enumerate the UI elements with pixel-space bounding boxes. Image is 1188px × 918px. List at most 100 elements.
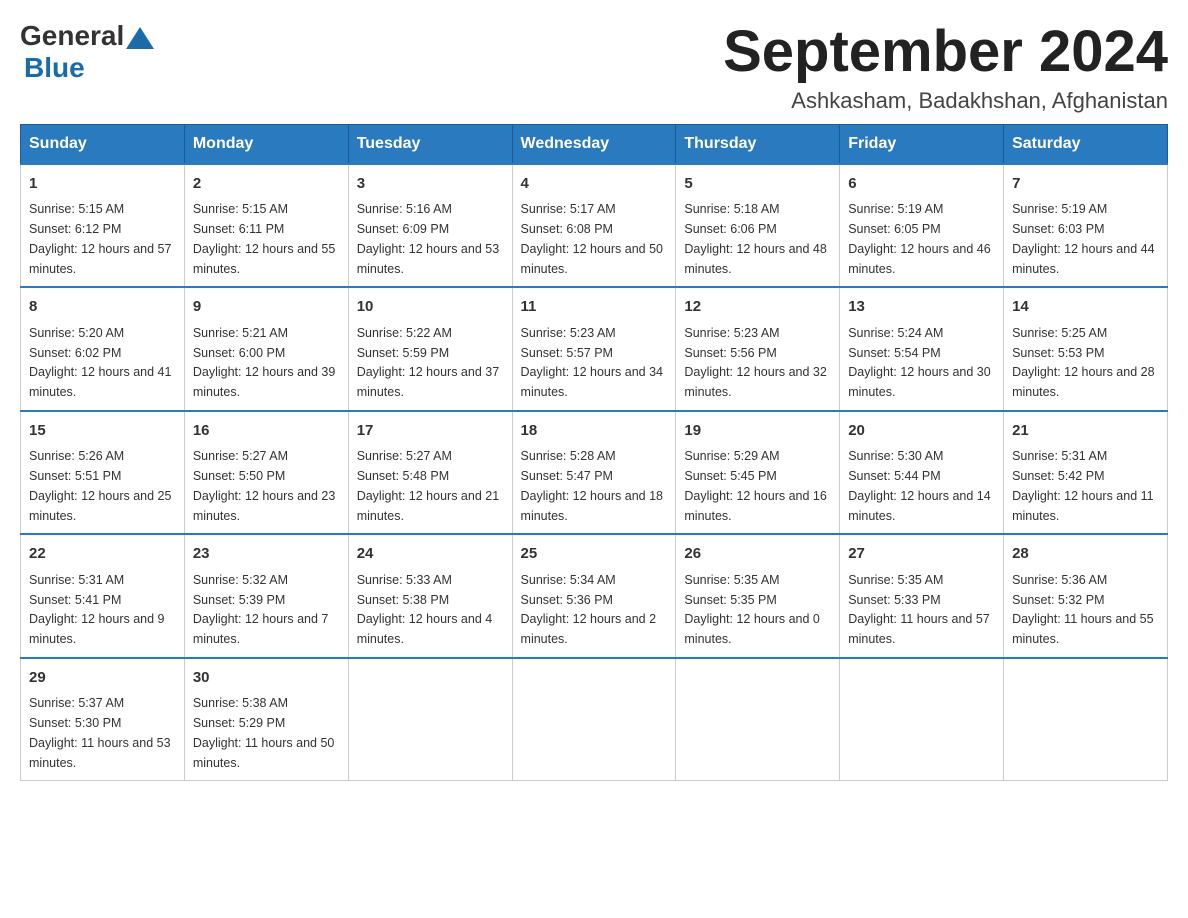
logo-text: General bbox=[20, 20, 156, 52]
calendar-week-row: 22 Sunrise: 5:31 AMSunset: 5:41 PMDaylig… bbox=[21, 534, 1168, 658]
table-row bbox=[676, 658, 840, 781]
table-row bbox=[348, 658, 512, 781]
day-number: 9 bbox=[193, 296, 340, 319]
day-number: 11 bbox=[521, 296, 668, 319]
day-number: 27 bbox=[848, 543, 995, 566]
location-title: Ashkasham, Badakhshan, Afghanistan bbox=[723, 88, 1168, 114]
calendar-week-row: 15 Sunrise: 5:26 AMSunset: 5:51 PMDaylig… bbox=[21, 411, 1168, 535]
table-row: 22 Sunrise: 5:31 AMSunset: 5:41 PMDaylig… bbox=[21, 534, 185, 658]
table-row: 10 Sunrise: 5:22 AMSunset: 5:59 PMDaylig… bbox=[348, 287, 512, 411]
table-row: 23 Sunrise: 5:32 AMSunset: 5:39 PMDaylig… bbox=[184, 534, 348, 658]
day-number: 5 bbox=[684, 173, 831, 196]
day-number: 29 bbox=[29, 667, 176, 690]
day-number: 4 bbox=[521, 173, 668, 196]
day-number: 23 bbox=[193, 543, 340, 566]
table-row bbox=[512, 658, 676, 781]
table-row: 5 Sunrise: 5:18 AMSunset: 6:06 PMDayligh… bbox=[676, 164, 840, 288]
table-row: 17 Sunrise: 5:27 AMSunset: 5:48 PMDaylig… bbox=[348, 411, 512, 535]
table-row: 13 Sunrise: 5:24 AMSunset: 5:54 PMDaylig… bbox=[840, 287, 1004, 411]
col-wednesday: Wednesday bbox=[512, 124, 676, 164]
table-row: 27 Sunrise: 5:35 AMSunset: 5:33 PMDaylig… bbox=[840, 534, 1004, 658]
day-number: 16 bbox=[193, 420, 340, 443]
logo-general: General bbox=[20, 20, 124, 52]
calendar-week-row: 8 Sunrise: 5:20 AMSunset: 6:02 PMDayligh… bbox=[21, 287, 1168, 411]
table-row: 20 Sunrise: 5:30 AMSunset: 5:44 PMDaylig… bbox=[840, 411, 1004, 535]
table-row: 16 Sunrise: 5:27 AMSunset: 5:50 PMDaylig… bbox=[184, 411, 348, 535]
day-info: Sunrise: 5:16 AMSunset: 6:09 PMDaylight:… bbox=[357, 202, 499, 275]
day-number: 2 bbox=[193, 173, 340, 196]
day-number: 12 bbox=[684, 296, 831, 319]
table-row: 29 Sunrise: 5:37 AMSunset: 5:30 PMDaylig… bbox=[21, 658, 185, 781]
day-number: 15 bbox=[29, 420, 176, 443]
table-row: 4 Sunrise: 5:17 AMSunset: 6:08 PMDayligh… bbox=[512, 164, 676, 288]
day-info: Sunrise: 5:34 AMSunset: 5:36 PMDaylight:… bbox=[521, 573, 657, 646]
table-row: 25 Sunrise: 5:34 AMSunset: 5:36 PMDaylig… bbox=[512, 534, 676, 658]
month-title: September 2024 bbox=[723, 20, 1168, 84]
day-number: 21 bbox=[1012, 420, 1159, 443]
table-row: 7 Sunrise: 5:19 AMSunset: 6:03 PMDayligh… bbox=[1004, 164, 1168, 288]
logo-blue: Blue bbox=[24, 52, 85, 83]
table-row bbox=[840, 658, 1004, 781]
day-number: 30 bbox=[193, 667, 340, 690]
day-info: Sunrise: 5:33 AMSunset: 5:38 PMDaylight:… bbox=[357, 573, 493, 646]
table-row: 12 Sunrise: 5:23 AMSunset: 5:56 PMDaylig… bbox=[676, 287, 840, 411]
calendar-header-row: Sunday Monday Tuesday Wednesday Thursday… bbox=[21, 124, 1168, 164]
col-friday: Friday bbox=[840, 124, 1004, 164]
day-number: 13 bbox=[848, 296, 995, 319]
day-number: 17 bbox=[357, 420, 504, 443]
col-monday: Monday bbox=[184, 124, 348, 164]
day-info: Sunrise: 5:36 AMSunset: 5:32 PMDaylight:… bbox=[1012, 573, 1154, 646]
logo-triangle-icon bbox=[126, 27, 154, 49]
table-row: 6 Sunrise: 5:19 AMSunset: 6:05 PMDayligh… bbox=[840, 164, 1004, 288]
day-info: Sunrise: 5:28 AMSunset: 5:47 PMDaylight:… bbox=[521, 449, 663, 522]
day-number: 28 bbox=[1012, 543, 1159, 566]
day-info: Sunrise: 5:26 AMSunset: 5:51 PMDaylight:… bbox=[29, 449, 171, 522]
day-info: Sunrise: 5:31 AMSunset: 5:41 PMDaylight:… bbox=[29, 573, 165, 646]
day-number: 10 bbox=[357, 296, 504, 319]
day-info: Sunrise: 5:24 AMSunset: 5:54 PMDaylight:… bbox=[848, 326, 990, 399]
table-row: 14 Sunrise: 5:25 AMSunset: 5:53 PMDaylig… bbox=[1004, 287, 1168, 411]
day-info: Sunrise: 5:25 AMSunset: 5:53 PMDaylight:… bbox=[1012, 326, 1154, 399]
calendar-table: Sunday Monday Tuesday Wednesday Thursday… bbox=[20, 124, 1168, 782]
day-number: 22 bbox=[29, 543, 176, 566]
day-info: Sunrise: 5:21 AMSunset: 6:00 PMDaylight:… bbox=[193, 326, 335, 399]
table-row: 26 Sunrise: 5:35 AMSunset: 5:35 PMDaylig… bbox=[676, 534, 840, 658]
table-row: 11 Sunrise: 5:23 AMSunset: 5:57 PMDaylig… bbox=[512, 287, 676, 411]
day-number: 24 bbox=[357, 543, 504, 566]
page-header: General Blue September 2024 Ashkasham, B… bbox=[20, 20, 1168, 114]
day-info: Sunrise: 5:23 AMSunset: 5:56 PMDaylight:… bbox=[684, 326, 826, 399]
table-row: 18 Sunrise: 5:28 AMSunset: 5:47 PMDaylig… bbox=[512, 411, 676, 535]
table-row bbox=[1004, 658, 1168, 781]
table-row: 2 Sunrise: 5:15 AMSunset: 6:11 PMDayligh… bbox=[184, 164, 348, 288]
title-area: September 2024 Ashkasham, Badakhshan, Af… bbox=[723, 20, 1168, 114]
day-number: 20 bbox=[848, 420, 995, 443]
calendar-week-row: 29 Sunrise: 5:37 AMSunset: 5:30 PMDaylig… bbox=[21, 658, 1168, 781]
col-sunday: Sunday bbox=[21, 124, 185, 164]
day-info: Sunrise: 5:38 AMSunset: 5:29 PMDaylight:… bbox=[193, 696, 335, 769]
table-row: 24 Sunrise: 5:33 AMSunset: 5:38 PMDaylig… bbox=[348, 534, 512, 658]
day-number: 6 bbox=[848, 173, 995, 196]
table-row: 28 Sunrise: 5:36 AMSunset: 5:32 PMDaylig… bbox=[1004, 534, 1168, 658]
day-info: Sunrise: 5:35 AMSunset: 5:33 PMDaylight:… bbox=[848, 573, 990, 646]
day-number: 25 bbox=[521, 543, 668, 566]
day-info: Sunrise: 5:23 AMSunset: 5:57 PMDaylight:… bbox=[521, 326, 663, 399]
day-info: Sunrise: 5:20 AMSunset: 6:02 PMDaylight:… bbox=[29, 326, 171, 399]
table-row: 1 Sunrise: 5:15 AMSunset: 6:12 PMDayligh… bbox=[21, 164, 185, 288]
day-info: Sunrise: 5:27 AMSunset: 5:50 PMDaylight:… bbox=[193, 449, 335, 522]
day-number: 3 bbox=[357, 173, 504, 196]
col-tuesday: Tuesday bbox=[348, 124, 512, 164]
table-row: 8 Sunrise: 5:20 AMSunset: 6:02 PMDayligh… bbox=[21, 287, 185, 411]
day-info: Sunrise: 5:17 AMSunset: 6:08 PMDaylight:… bbox=[521, 202, 663, 275]
day-info: Sunrise: 5:35 AMSunset: 5:35 PMDaylight:… bbox=[684, 573, 820, 646]
day-info: Sunrise: 5:18 AMSunset: 6:06 PMDaylight:… bbox=[684, 202, 826, 275]
table-row: 15 Sunrise: 5:26 AMSunset: 5:51 PMDaylig… bbox=[21, 411, 185, 535]
day-info: Sunrise: 5:19 AMSunset: 6:05 PMDaylight:… bbox=[848, 202, 990, 275]
table-row: 21 Sunrise: 5:31 AMSunset: 5:42 PMDaylig… bbox=[1004, 411, 1168, 535]
day-number: 8 bbox=[29, 296, 176, 319]
day-number: 18 bbox=[521, 420, 668, 443]
day-info: Sunrise: 5:30 AMSunset: 5:44 PMDaylight:… bbox=[848, 449, 990, 522]
day-info: Sunrise: 5:32 AMSunset: 5:39 PMDaylight:… bbox=[193, 573, 329, 646]
day-info: Sunrise: 5:29 AMSunset: 5:45 PMDaylight:… bbox=[684, 449, 826, 522]
table-row: 3 Sunrise: 5:16 AMSunset: 6:09 PMDayligh… bbox=[348, 164, 512, 288]
table-row: 30 Sunrise: 5:38 AMSunset: 5:29 PMDaylig… bbox=[184, 658, 348, 781]
